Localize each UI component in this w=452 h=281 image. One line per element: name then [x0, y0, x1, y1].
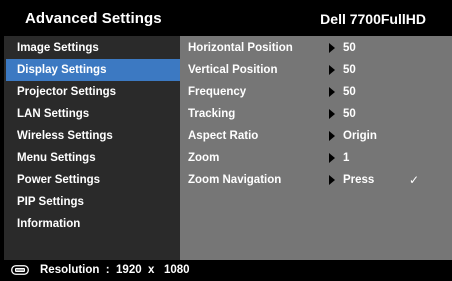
arrow-right-icon: [329, 65, 335, 75]
checkmark-icon: ✓: [409, 173, 420, 187]
setting-row-tracking[interactable]: Tracking 50: [180, 103, 452, 125]
status-bar: Resolution : 1920 x 1080: [0, 260, 452, 281]
sidebar-item-pip-settings[interactable]: PIP Settings: [4, 191, 178, 213]
sidebar-item-power-settings[interactable]: Power Settings: [4, 169, 178, 191]
resolution-readout: Resolution : 1920 x 1080: [40, 264, 190, 276]
setting-label: Horizontal Position: [188, 42, 293, 54]
osd-window: Advanced Settings Dell 7700FullHD Image …: [0, 0, 452, 281]
setting-value: Press: [343, 174, 375, 186]
setting-label: Frequency: [188, 86, 247, 98]
setting-value: 50: [343, 108, 356, 120]
setting-row-vertical-position[interactable]: Vertical Position 50: [180, 59, 452, 81]
arrow-right-icon: [329, 87, 335, 97]
arrow-right-icon: [329, 175, 335, 185]
setting-value: Origin: [343, 130, 377, 142]
setting-label: Zoom: [188, 152, 220, 164]
setting-value: 50: [343, 42, 356, 54]
arrow-right-icon: [329, 43, 335, 53]
setting-label: Tracking: [188, 108, 236, 120]
setting-label: Zoom Navigation: [188, 174, 282, 186]
menu-title: Advanced Settings: [25, 10, 162, 27]
sidebar-menu: Image Settings Display Settings Projecto…: [4, 36, 180, 260]
setting-row-zoom-navigation[interactable]: Zoom Navigation Press ✓: [180, 169, 452, 191]
sidebar-item-display-settings[interactable]: Display Settings: [6, 59, 180, 81]
sidebar-item-information[interactable]: Information: [4, 213, 178, 235]
sidebar-item-menu-settings[interactable]: Menu Settings: [4, 147, 178, 169]
setting-row-horizontal-position[interactable]: Horizontal Position 50: [180, 37, 452, 59]
osd-header: Advanced Settings Dell 7700FullHD: [0, 0, 452, 36]
sidebar-item-wireless-settings[interactable]: Wireless Settings: [4, 125, 178, 147]
arrow-right-icon: [329, 131, 335, 141]
setting-value: 50: [343, 64, 356, 76]
sidebar-item-lan-settings[interactable]: LAN Settings: [4, 103, 178, 125]
display-settings-panel: Horizontal Position 50 Vertical Position…: [180, 36, 452, 260]
setting-label: Vertical Position: [188, 64, 278, 76]
setting-row-aspect-ratio[interactable]: Aspect Ratio Origin: [180, 125, 452, 147]
setting-value: 50: [343, 86, 356, 98]
sidebar-item-projector-settings[interactable]: Projector Settings: [4, 81, 178, 103]
sidebar-item-image-settings[interactable]: Image Settings: [4, 37, 178, 59]
setting-value: 1: [343, 152, 350, 164]
setting-label: Aspect Ratio: [188, 130, 259, 142]
arrow-right-icon: [329, 109, 335, 119]
setting-row-zoom[interactable]: Zoom 1: [180, 147, 452, 169]
monitor-icon: [11, 265, 29, 275]
arrow-right-icon: [329, 153, 335, 163]
projector-model: Dell 7700FullHD: [320, 11, 426, 27]
setting-row-frequency[interactable]: Frequency 50: [180, 81, 452, 103]
